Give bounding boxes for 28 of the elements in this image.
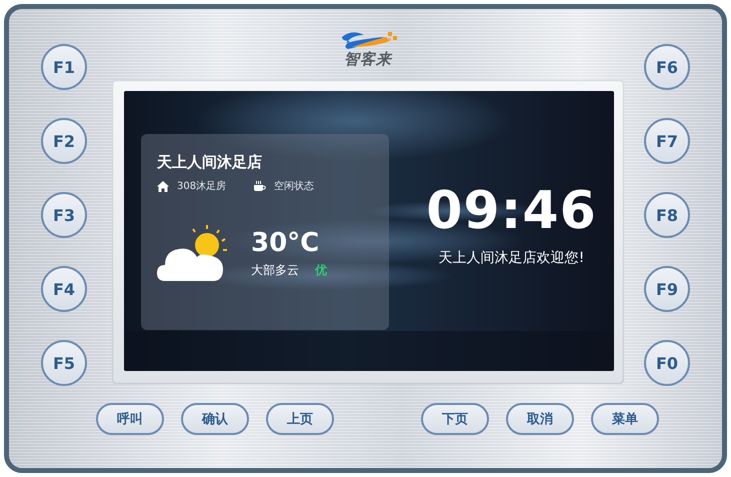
room-status: 空闲状态	[274, 180, 314, 193]
panel-button[interactable]: 确认	[181, 403, 249, 435]
function-key[interactable]: F3	[41, 192, 87, 238]
function-key[interactable]: F1	[41, 44, 87, 90]
panel-button[interactable]: 菜单	[591, 403, 659, 435]
store-name: 天上人间沐足店	[157, 152, 263, 172]
panel-button[interactable]: 下页	[421, 403, 489, 435]
room-name: 308沐足房	[177, 180, 226, 193]
function-key[interactable]: F8	[644, 192, 690, 238]
panel-button[interactable]: 上页	[266, 403, 334, 435]
sun-cloud-icon	[157, 223, 229, 283]
cup-icon	[254, 180, 266, 192]
function-key[interactable]: F4	[41, 266, 87, 312]
function-key[interactable]: F7	[644, 118, 690, 164]
home-icon	[157, 180, 169, 192]
function-key[interactable]: F2	[41, 118, 87, 164]
welcome-message: 天上人间沐足店欢迎您!	[438, 249, 584, 267]
function-key[interactable]: F5	[41, 340, 87, 386]
function-key[interactable]: F9	[644, 266, 690, 312]
panel-button[interactable]: 呼叫	[96, 403, 164, 435]
temperature: 30°C	[251, 228, 320, 258]
logo-text: 智客来	[344, 51, 392, 68]
function-key[interactable]: F6	[644, 44, 690, 90]
air-quality: 优	[315, 262, 327, 278]
function-key[interactable]: F0	[644, 340, 690, 386]
weather-condition: 大部多云	[251, 262, 299, 278]
panel-button[interactable]: 取消	[506, 403, 574, 435]
clock-time: 09:46	[426, 181, 597, 241]
